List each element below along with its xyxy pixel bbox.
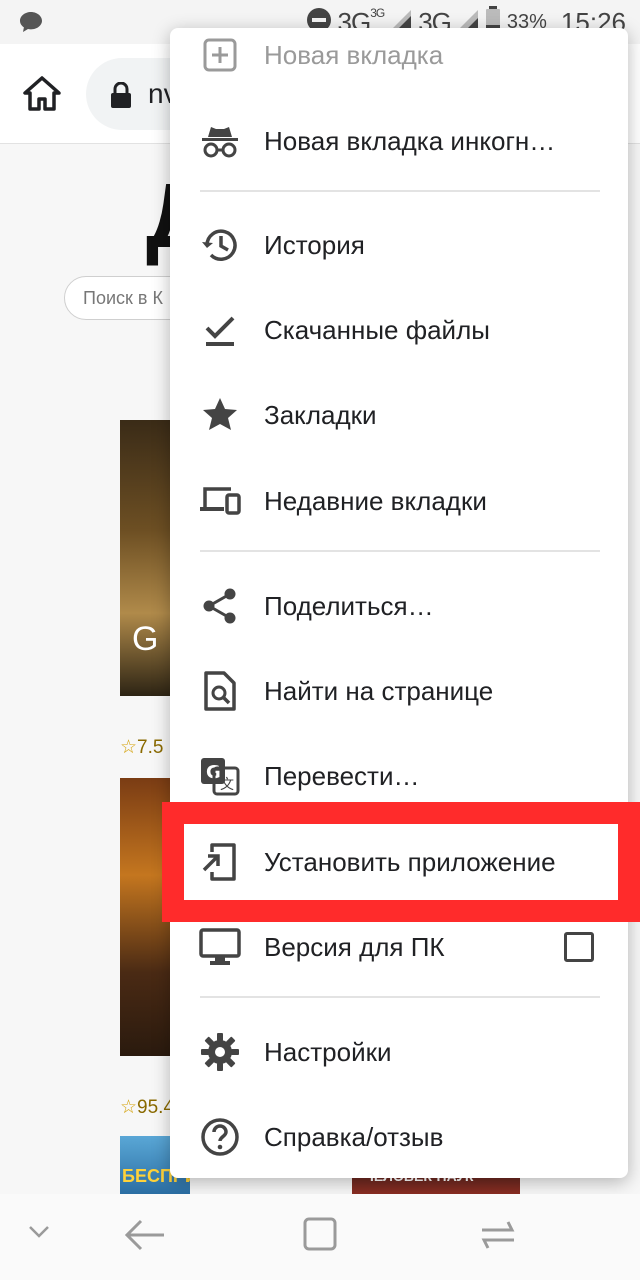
- recents-switch-icon[interactable]: [478, 1218, 518, 1256]
- overview-icon[interactable]: [302, 1216, 338, 1256]
- menu-item-install-app[interactable]: Установить приложение: [170, 819, 628, 905]
- desktop-version-checkbox[interactable]: [564, 932, 594, 962]
- menu-item-label: Скачанные файлы: [264, 314, 490, 345]
- menu-item-label: Новая вкладка: [264, 39, 444, 70]
- star-outline-icon: ☆: [120, 1097, 138, 1118]
- poster-letter: G: [132, 620, 159, 658]
- menu-item-label: Настройки: [264, 1036, 392, 1067]
- translate-icon: G文: [198, 754, 242, 798]
- menu-item-translate[interactable]: G文 Перевести…: [170, 733, 628, 819]
- share-icon: [198, 584, 242, 628]
- menu-item-label: Новая вкладка инкогн…: [264, 125, 556, 156]
- menu-divider: [200, 550, 600, 552]
- menu-item-find-in-page[interactable]: Найти на странице: [170, 648, 628, 734]
- menu-divider: [200, 996, 600, 998]
- menu-item-new-tab[interactable]: Новая вкладка: [170, 28, 628, 98]
- menu-item-settings[interactable]: Настройки: [170, 1009, 628, 1095]
- menu-item-label: Поделиться…: [264, 590, 434, 621]
- lock-icon: [110, 81, 132, 112]
- movie-rating: ☆95.4: [120, 1097, 175, 1118]
- menu-item-recent-tabs[interactable]: Недавние вкладки: [170, 458, 628, 544]
- menu-item-label: Установить приложение: [264, 846, 556, 877]
- download-done-icon: [198, 308, 242, 352]
- menu-item-label: Версия для ПК: [264, 931, 445, 962]
- settings-gear-icon: [198, 1030, 242, 1074]
- menu-item-incognito-tab[interactable]: Новая вкладка инкогн…: [170, 98, 628, 184]
- overflow-menu: Новая вкладка Новая вкладка инкогн… Исто…: [170, 28, 628, 1178]
- menu-item-share[interactable]: Поделиться…: [170, 563, 628, 649]
- menu-item-desktop-version[interactable]: Версия для ПК: [170, 904, 628, 990]
- star-icon: [198, 393, 242, 437]
- menu-item-label: История: [264, 229, 365, 260]
- incognito-icon: [198, 119, 242, 163]
- menu-item-help[interactable]: Справка/отзыв: [170, 1094, 628, 1178]
- menu-item-label: Закладки: [264, 399, 377, 430]
- menu-item-downloads[interactable]: Скачанные файлы: [170, 287, 628, 373]
- menu-item-history[interactable]: История: [170, 202, 628, 288]
- movie-rating: ☆7.5: [120, 737, 164, 758]
- desktop-icon: [198, 925, 242, 969]
- svg-text:文: 文: [220, 777, 234, 793]
- help-icon: [198, 1115, 242, 1159]
- system-navigation-bar: [0, 1194, 640, 1280]
- menu-divider: [200, 190, 600, 192]
- chevron-down-icon[interactable]: [28, 1224, 50, 1243]
- menu-item-label: Недавние вкладки: [264, 485, 487, 516]
- site-search-placeholder: Поиск в К: [83, 288, 163, 308]
- devices-icon: [198, 479, 242, 523]
- new-tab-icon: [198, 33, 242, 77]
- message-icon: [18, 10, 44, 39]
- menu-item-label: Найти на странице: [264, 675, 494, 706]
- menu-item-bookmarks[interactable]: Закладки: [170, 372, 628, 458]
- install-app-icon: [198, 840, 242, 884]
- back-icon[interactable]: [124, 1218, 166, 1256]
- star-outline-icon: ☆: [120, 737, 138, 758]
- find-in-page-icon: [198, 669, 242, 713]
- history-icon: [198, 223, 242, 267]
- menu-item-label: Справка/отзыв: [264, 1121, 444, 1152]
- menu-item-label: Перевести…: [264, 760, 420, 791]
- home-icon[interactable]: [22, 74, 62, 114]
